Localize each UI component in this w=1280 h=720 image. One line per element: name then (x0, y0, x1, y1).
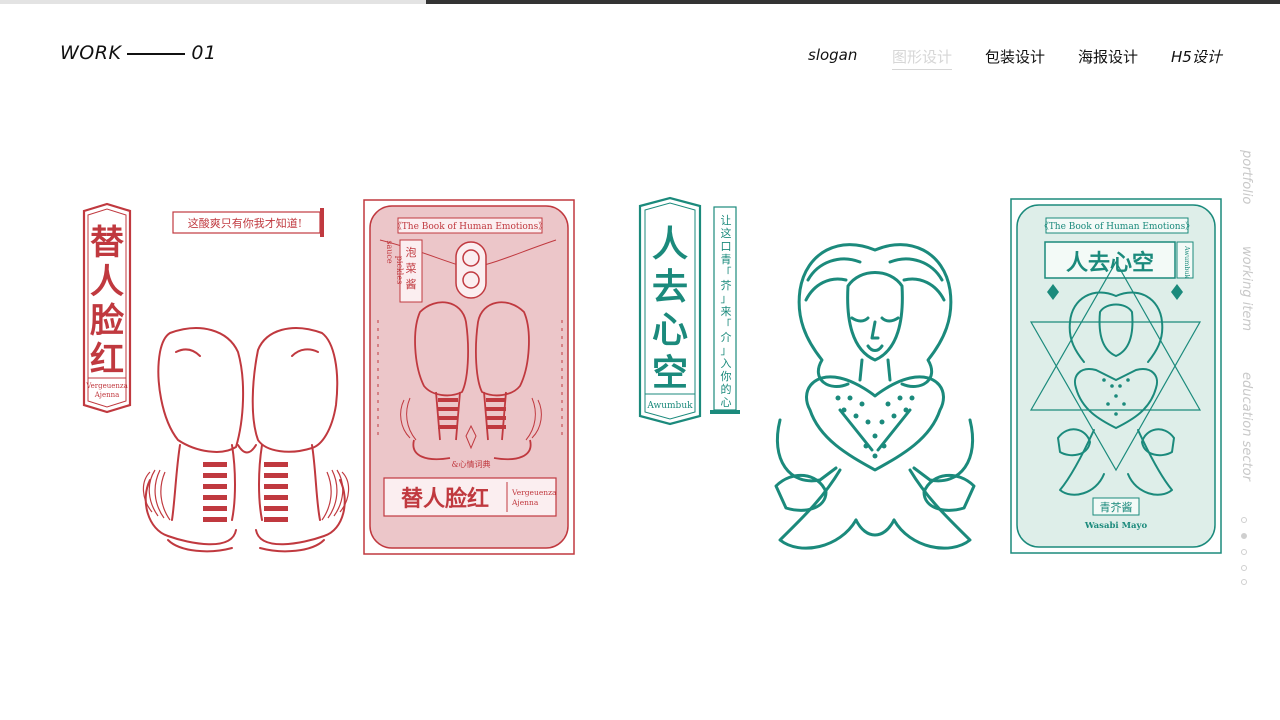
red-card-vertical-en-2: pickles (395, 256, 404, 284)
teal-slogan-char-1: 让 (721, 214, 732, 227)
teal-slogan-char-10: 介 (721, 331, 732, 344)
red-card-header: 《The Book of Human Emotions》 (393, 221, 547, 232)
red-card-title: 替人脸红 (401, 486, 489, 512)
teal-title-char-2: 去 (652, 266, 688, 308)
teal-figure-illustration (774, 243, 976, 550)
red-title-char-1: 替 (90, 223, 124, 263)
teal-slogan-char-12: 入 (721, 357, 732, 370)
teal-figure-dots (835, 395, 915, 459)
teal-slogan-char-6: 芥 (721, 279, 732, 292)
teal-slogan-char-11: 」 (721, 344, 732, 357)
teal-card-tag: 青芥酱 (1100, 500, 1133, 514)
teal-slogan-char-3: 口 (721, 240, 732, 253)
red-slogan-text: 这酸爽只有你我才知道! (188, 216, 302, 230)
teal-slogan-char-2: 这 (721, 226, 732, 240)
red-card-tag-char-2: 菜 (406, 262, 417, 275)
teal-card-en: Wasabi Mayo (1084, 521, 1148, 531)
teal-slogan-char-8: 来 (721, 305, 732, 318)
teal-slogan-char-7: 」 (721, 292, 732, 305)
red-slogan-box: 这酸爽只有你我才知道! (172, 208, 324, 237)
red-figure-illustration (144, 327, 346, 553)
teal-title-en: Awumbuk (646, 401, 693, 411)
red-card-en-2: Ajenna (511, 498, 539, 507)
red-title-char-3: 脸 (90, 301, 125, 341)
teal-slogan-char-9: 「 (721, 318, 732, 331)
red-title-char-2: 人 (90, 262, 124, 302)
red-package-card: 《The Book of Human Emotions》 泡 菜 酱 sauce… (363, 199, 575, 555)
red-card-tag-char-1: 泡 (406, 245, 417, 259)
teal-slogan-char-4: 青 (721, 253, 732, 266)
teal-slogan-char-13: 你 (721, 370, 732, 383)
teal-slogan-char-14: 的 (721, 382, 732, 396)
red-title-char-4: 红 (90, 340, 124, 380)
teal-card-header: 《The Book of Human Emotions》 (1040, 221, 1194, 232)
teal-title-char-4: 空 (652, 352, 688, 394)
red-title-en-1: Vergeuenza (85, 382, 128, 390)
teal-title-char-3: 心 (652, 309, 688, 351)
red-card-en-1: Vergeuenza (511, 488, 557, 497)
red-title-en-2: Ajenna (94, 391, 120, 399)
teal-slogan-char-5: 「 (721, 266, 732, 279)
red-card-tag-char-3: 酱 (406, 277, 417, 291)
artwork-canvas: 替 人 脸 红 Vergeuenza Ajenna 这酸爽只有你我才知道! 《T… (82, 196, 1222, 555)
teal-title-char-1: 人 (652, 223, 688, 265)
teal-package-card: 《The Book of Human Emotions》 人去心空 Awumbu… (1010, 198, 1222, 554)
teal-slogan-char-15: 心 (721, 396, 732, 409)
red-card-vertical-en-1: sauce (385, 240, 394, 264)
teal-card-side-en: Awumbuk (1183, 245, 1191, 279)
red-card-footer-small: &心情词典 (451, 459, 490, 469)
red-figure-socks (203, 462, 288, 522)
